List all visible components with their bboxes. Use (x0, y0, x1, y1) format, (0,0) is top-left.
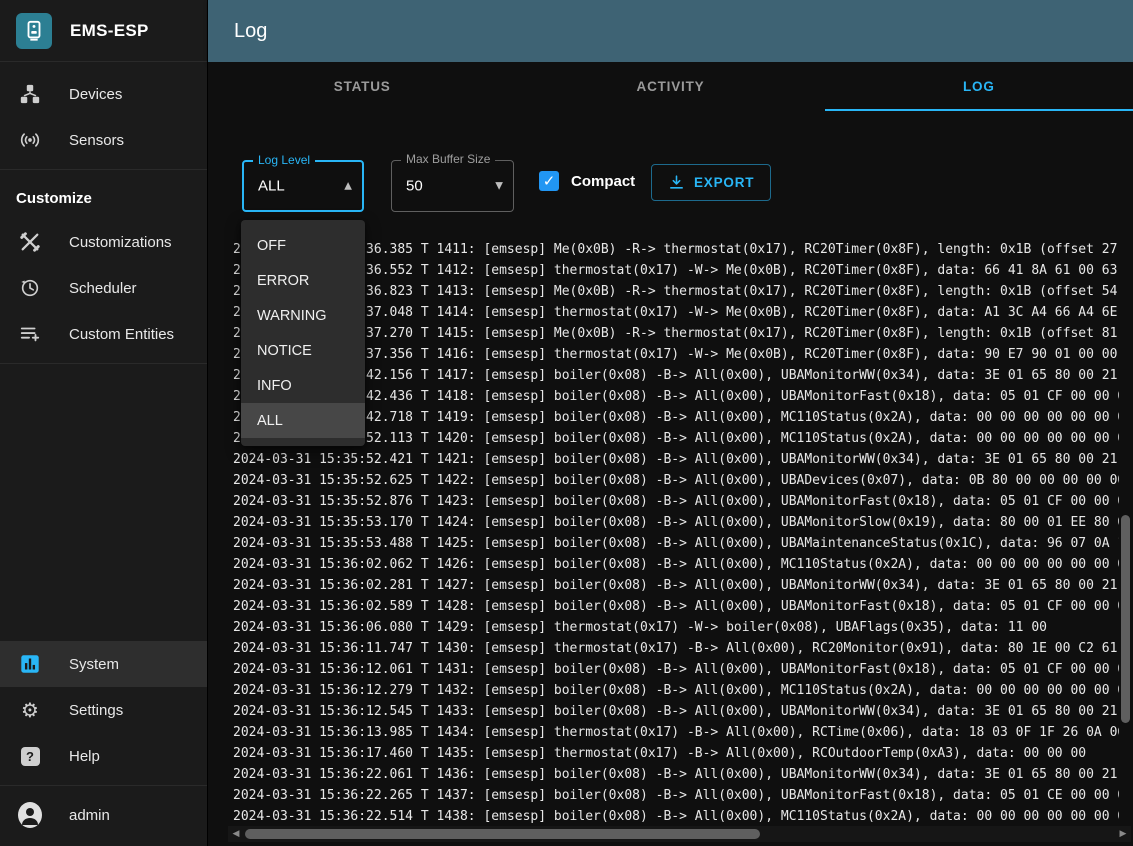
sidebar-item-label: Sensors (69, 132, 124, 149)
sidebar-divider (0, 363, 207, 364)
compact-checkbox[interactable]: ✓ (539, 171, 559, 191)
app-bar: Log (208, 0, 1133, 62)
log-line: 2024-03-31 15:36:11.747 T 1430: [emsesp]… (233, 638, 1119, 659)
log-line: 2024-03-31 15:35:37.270 T 1415: [emsesp]… (233, 323, 1119, 344)
sidebar-item-label: Settings (69, 702, 123, 719)
log-line: 2024-03-31 15:35:52.421 T 1421: [emsesp]… (233, 449, 1119, 470)
log-line: 2024-03-31 15:36:13.985 T 1434: [emsesp]… (233, 722, 1119, 743)
log-line: 2024-03-31 15:35:52.113 T 1420: [emsesp]… (233, 428, 1119, 449)
log-line: 2024-03-31 15:36:02.281 T 1427: [emsesp]… (233, 575, 1119, 596)
app-logo-header: EMS-ESP (0, 0, 207, 62)
log-line: 2024-03-31 15:36:22.061 T 1436: [emsesp]… (233, 764, 1119, 785)
compact-label: Compact (571, 173, 635, 190)
log-line: 2024-03-31 15:36:22.514 T 1438: [emsesp]… (233, 806, 1119, 824)
tab-status[interactable]: STATUS (208, 62, 516, 111)
export-label: EXPORT (694, 175, 754, 190)
sidebar-item-custom-entities[interactable]: Custom Entities (0, 311, 207, 357)
gear-icon: ⚙ (18, 698, 42, 722)
app-title: EMS-ESP (70, 21, 149, 41)
sidebar-item-label: Devices (69, 86, 122, 103)
compact-control: ✓ Compact (539, 171, 635, 191)
log-line: 2024-03-31 15:35:42.718 T 1419: [emsesp]… (233, 407, 1119, 428)
log-line: 2024-03-31 15:35:53.170 T 1424: [emsesp]… (233, 512, 1119, 533)
max-buffer-value: 50 (406, 178, 423, 195)
export-button[interactable]: EXPORT (651, 164, 771, 201)
menu-option-warning[interactable]: WARNING (241, 298, 365, 333)
log-line: 2024-03-31 15:36:12.061 T 1431: [emsesp]… (233, 659, 1119, 680)
menu-option-all[interactable]: ALL (241, 403, 365, 438)
tab-log[interactable]: LOG (825, 62, 1133, 111)
sidebar-spacer (0, 370, 207, 641)
account-circle-icon (18, 803, 42, 827)
scroll-left-arrow-icon[interactable]: ◀ (228, 826, 244, 842)
log-line: 2024-03-31 15:35:42.156 T 1417: [emsesp]… (233, 365, 1119, 386)
menu-option-off[interactable]: OFF (241, 228, 365, 263)
sidebar-item-label: Help (69, 748, 100, 765)
log-line: 2024-03-31 15:35:42.436 T 1418: [emsesp]… (233, 386, 1119, 407)
playlist-add-icon (18, 322, 42, 346)
sidebar-section-customize: Customize (0, 176, 207, 219)
sidebar-item-system[interactable]: System (0, 641, 207, 687)
log-level-label: Log Level (253, 153, 315, 167)
log-level-value: ALL (258, 178, 285, 195)
tools-icon (18, 230, 42, 254)
sensors-icon (18, 128, 42, 152)
log-line: 2024-03-31 15:36:17.460 T 1435: [emsesp]… (233, 743, 1119, 764)
vertical-scrollbar-thumb[interactable] (1121, 515, 1130, 723)
horizontal-scrollbar[interactable]: ◀ ▶ (228, 826, 1131, 842)
menu-option-error[interactable]: ERROR (241, 263, 365, 298)
log-line: 2024-03-31 15:36:02.062 T 1426: [emsesp]… (233, 554, 1119, 575)
menu-option-info[interactable]: INFO (241, 368, 365, 403)
sidebar-item-scheduler[interactable]: Scheduler (0, 265, 207, 311)
chevron-down-icon: ▼ (495, 181, 503, 192)
active-tab-indicator (825, 109, 1133, 111)
sidebar-item-label: System (69, 656, 119, 673)
log-line: 2024-03-31 15:35:37.048 T 1414: [emsesp]… (233, 302, 1119, 323)
max-buffer-select[interactable]: Max Buffer Size 50 ▼ (391, 160, 514, 212)
log-line: 2024-03-31 15:35:36.552 T 1412: [emsesp]… (233, 260, 1119, 281)
tab-activity[interactable]: ACTIVITY (516, 62, 824, 111)
chevron-up-icon: ▲ (344, 181, 352, 192)
system-chart-icon (18, 652, 42, 676)
page-title: Log (234, 20, 267, 43)
sidebar: EMS-ESP Devices Sensors (0, 0, 208, 846)
log-line: 2024-03-31 15:36:12.279 T 1432: [emsesp]… (233, 680, 1119, 701)
admin-user-label: admin (69, 807, 110, 824)
log-line: 2024-03-31 15:35:53.488 T 1425: [emsesp]… (233, 533, 1119, 554)
sidebar-item-customizations[interactable]: Customizations (0, 219, 207, 265)
sidebar-item-settings[interactable]: ⚙ Settings (0, 687, 207, 733)
log-line: 2024-03-31 15:35:36.823 T 1413: [emsesp]… (233, 281, 1119, 302)
sidebar-divider (0, 169, 207, 170)
tab-bar: STATUS ACTIVITY LOG (208, 62, 1133, 111)
sidebar-item-label: Custom Entities (69, 326, 174, 343)
log-line: 2024-03-31 15:35:36.385 T 1411: [emsesp]… (233, 239, 1119, 260)
device-hub-icon (18, 82, 42, 106)
log-level-menu: OFF ERROR WARNING NOTICE INFO ALL (241, 220, 365, 446)
sidebar-divider (0, 785, 207, 786)
sidebar-item-label: Scheduler (69, 280, 137, 297)
sidebar-item-sensors[interactable]: Sensors (0, 117, 207, 163)
log-line: 2024-03-31 15:35:37.356 T 1416: [emsesp]… (233, 344, 1119, 365)
sidebar-item-label: Customizations (69, 234, 172, 251)
log-level-select[interactable]: Log Level ALL ▲ (242, 160, 364, 212)
sidebar-item-help[interactable]: ? Help (0, 733, 207, 779)
menu-option-notice[interactable]: NOTICE (241, 333, 365, 368)
log-line: 2024-03-31 15:36:12.545 T 1433: [emsesp]… (233, 701, 1119, 722)
log-line: 2024-03-31 15:36:06.080 T 1429: [emsesp]… (233, 617, 1119, 638)
max-buffer-label: Max Buffer Size (401, 152, 495, 166)
sidebar-item-devices[interactable]: Devices (0, 71, 207, 117)
log-line: 2024-03-31 15:35:52.625 T 1422: [emsesp]… (233, 470, 1119, 491)
log-line: 2024-03-31 15:36:02.589 T 1428: [emsesp]… (233, 596, 1119, 617)
sidebar-item-admin[interactable]: admin (0, 792, 207, 838)
horizontal-scrollbar-thumb[interactable] (245, 829, 760, 839)
log-line: 2024-03-31 15:35:52.876 T 1423: [emsesp]… (233, 491, 1119, 512)
schedule-clock-icon (18, 276, 42, 300)
ems-esp-logo-icon (16, 13, 52, 49)
log-line: 2024-03-31 15:36:22.265 T 1437: [emsesp]… (233, 785, 1119, 806)
scroll-right-arrow-icon[interactable]: ▶ (1115, 826, 1131, 842)
download-icon (668, 174, 685, 191)
help-icon: ? (18, 744, 42, 768)
